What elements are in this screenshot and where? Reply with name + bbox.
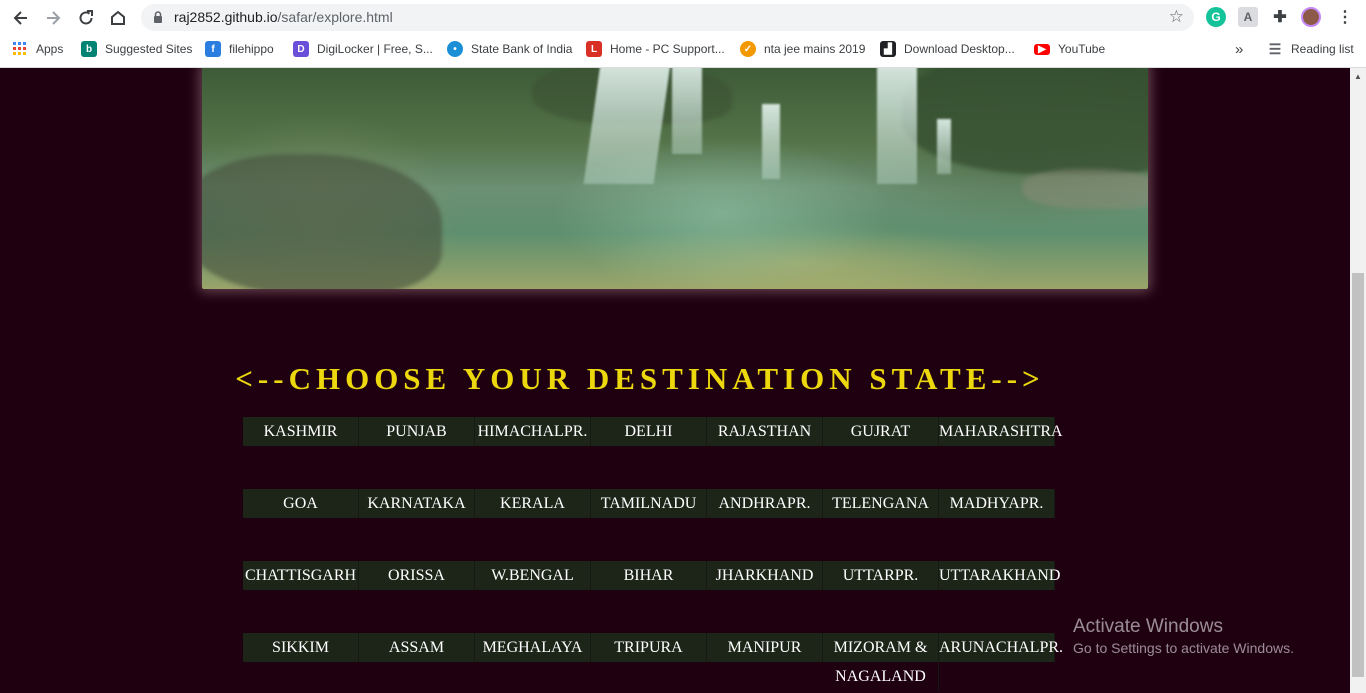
vertical-scrollbar[interactable]: ▲ — [1350, 68, 1366, 693]
state-link-madhya[interactable]: MADHYAPR. — [939, 489, 1055, 518]
lock-icon[interactable] — [151, 10, 165, 24]
state-link-mizoram-nagaland[interactable]: MIZORAM & NAGALAND — [823, 633, 939, 691]
state-row: SIKKIM ASSAM MEGHALAYA TRIPURA MANIPUR M… — [243, 633, 1063, 691]
state-link-karnataka[interactable]: KARNATAKA — [359, 489, 475, 518]
url-host: raj2852.github.io — [174, 9, 278, 25]
state-link-manipur[interactable]: MANIPUR — [707, 633, 823, 662]
menu-kebab-icon[interactable]: ⋮ — [1335, 7, 1355, 27]
state-link-kashmir[interactable]: KASHMIR — [243, 417, 359, 446]
reading-list-button[interactable]: ☰ Reading list — [1267, 40, 1354, 58]
state-link-jharkhand[interactable]: JHARKHAND — [707, 561, 823, 590]
state-row: GOA KARNATAKA KERALA TAMILNADU ANDHRAPR.… — [243, 489, 1055, 518]
bookmark-label: Suggested Sites — [105, 42, 193, 56]
bookmark-apps[interactable]: Apps — [12, 40, 63, 58]
bookmark-label: nta jee mains 2019 — [764, 42, 866, 56]
profile-avatar[interactable] — [1301, 7, 1321, 27]
state-link-wbengal[interactable]: W.BENGAL — [475, 561, 591, 590]
reading-list-label: Reading list — [1291, 42, 1354, 56]
page-content: <--CHOOSE YOUR DESTINATION STATE--> KASH… — [0, 68, 1350, 693]
back-arrow-icon[interactable] — [9, 6, 33, 30]
bookmark-star-icon[interactable]: ☆ — [1169, 7, 1184, 27]
grammarly-extension-icon[interactable]: G — [1206, 7, 1226, 27]
bookmark-label: YouTube — [1058, 42, 1106, 56]
bookmark-pc-support[interactable]: L Home - PC Support... — [586, 40, 725, 58]
bookmarks-bar: Apps b Suggested Sites f filehippo D Dig… — [0, 36, 1366, 62]
page-title: <--CHOOSE YOUR DESTINATION STATE--> — [235, 361, 1045, 396]
digilocker-icon: D — [293, 41, 309, 57]
state-link-bihar[interactable]: BIHAR — [591, 561, 707, 590]
watermark-subtitle: Go to Settings to activate Windows. — [1073, 640, 1294, 656]
state-link-delhi[interactable]: DELHI — [591, 417, 707, 446]
filehippo-icon: f — [205, 41, 221, 57]
bookmark-label: DigiLocker | Free, S... — [317, 42, 433, 56]
browser-chrome: raj2852.github.io/safar/explore.html ☆ G… — [0, 0, 1366, 68]
state-row: KASHMIR PUNJAB HIMACHALPR. DELHI RAJASTH… — [243, 417, 1063, 446]
bookmark-suggested-sites[interactable]: b Suggested Sites — [81, 40, 192, 58]
bookmark-label: Home - PC Support... — [610, 42, 725, 56]
nta-icon: ✓ — [740, 41, 756, 57]
more-bookmarks-button[interactable]: » — [1235, 40, 1243, 58]
bookmark-sbi[interactable]: • State Bank of India — [447, 40, 572, 58]
state-link-tripura[interactable]: TRIPURA — [591, 633, 707, 662]
bookmark-youtube[interactable]: ▶ YouTube — [1034, 40, 1105, 58]
bookmark-label: filehippo — [229, 42, 274, 56]
state-link-gujrat[interactable]: GUJRAT — [823, 417, 939, 446]
youtube-icon: ▶ — [1034, 43, 1050, 55]
bookmark-digilocker[interactable]: D DigiLocker | Free, S... — [293, 40, 433, 58]
scrollbar-thumb[interactable] — [1352, 273, 1364, 677]
state-link-andhra[interactable]: ANDHRAPR. — [707, 489, 823, 518]
waterfall-hero-image — [202, 68, 1148, 289]
url-text[interactable]: raj2852.github.io/safar/explore.html — [174, 9, 393, 25]
bookmark-label: Apps — [36, 42, 64, 56]
reload-icon[interactable] — [74, 6, 98, 30]
watermark-title: Activate Windows — [1073, 616, 1223, 637]
sbi-icon: • — [447, 41, 463, 57]
state-row: CHATTISGARH ORISSA W.BENGAL BIHAR JHARKH… — [243, 561, 1060, 590]
state-link-arunachal[interactable]: ARUNACHALPR. — [939, 633, 1063, 662]
download-desktop-icon: ▟ — [880, 41, 896, 57]
scroll-up-arrow-icon[interactable]: ▲ — [1350, 68, 1366, 84]
translate-extension-icon[interactable]: A — [1238, 7, 1258, 27]
bookmark-filehippo[interactable]: f filehippo — [205, 40, 274, 58]
state-link-telengana[interactable]: TELENGANA — [823, 489, 939, 518]
state-link-uttarakhand[interactable]: UTTARAKHAND — [939, 561, 1060, 590]
state-link-tamilnadu[interactable]: TAMILNADU — [591, 489, 707, 518]
state-link-rajasthan[interactable]: RAJASTHAN — [707, 417, 823, 446]
address-bar[interactable]: raj2852.github.io/safar/explore.html ☆ — [141, 4, 1194, 31]
reading-list-icon: ☰ — [1268, 40, 1282, 57]
state-link-chattisgarh[interactable]: CHATTISGARH — [243, 561, 359, 590]
bookmark-label: Download Desktop... — [904, 42, 1015, 56]
bookmark-label: State Bank of India — [471, 42, 573, 56]
state-link-sikkim[interactable]: SIKKIM — [243, 633, 359, 662]
browser-toolbar: raj2852.github.io/safar/explore.html ☆ G… — [0, 0, 1366, 35]
extensions-puzzle-icon[interactable]: ✚ — [1270, 7, 1290, 27]
bookmark-download-desktop[interactable]: ▟ Download Desktop... — [880, 40, 1015, 58]
state-link-himachal[interactable]: HIMACHALPR. — [475, 417, 591, 446]
state-link-assam[interactable]: ASSAM — [359, 633, 475, 662]
bing-icon: b — [81, 41, 97, 57]
pc-support-icon: L — [586, 41, 602, 57]
state-link-orissa[interactable]: ORISSA — [359, 561, 475, 590]
forward-arrow-icon[interactable] — [41, 6, 65, 30]
state-link-punjab[interactable]: PUNJAB — [359, 417, 475, 446]
state-link-maharashtra[interactable]: MAHARASHTRA — [939, 417, 1063, 446]
state-link-kerala[interactable]: KERALA — [475, 489, 591, 518]
bookmark-nta[interactable]: ✓ nta jee mains 2019 — [740, 40, 865, 58]
apps-grid-icon — [12, 41, 28, 57]
home-icon[interactable] — [106, 6, 130, 30]
state-link-meghalaya[interactable]: MEGHALAYA — [475, 633, 591, 662]
state-link-goa[interactable]: GOA — [243, 489, 359, 518]
url-path: /safar/explore.html — [277, 9, 393, 25]
state-link-uttarpradesh[interactable]: UTTARPR. — [823, 561, 939, 590]
activate-windows-watermark: Activate Windows Go to Settings to activ… — [1073, 616, 1294, 656]
